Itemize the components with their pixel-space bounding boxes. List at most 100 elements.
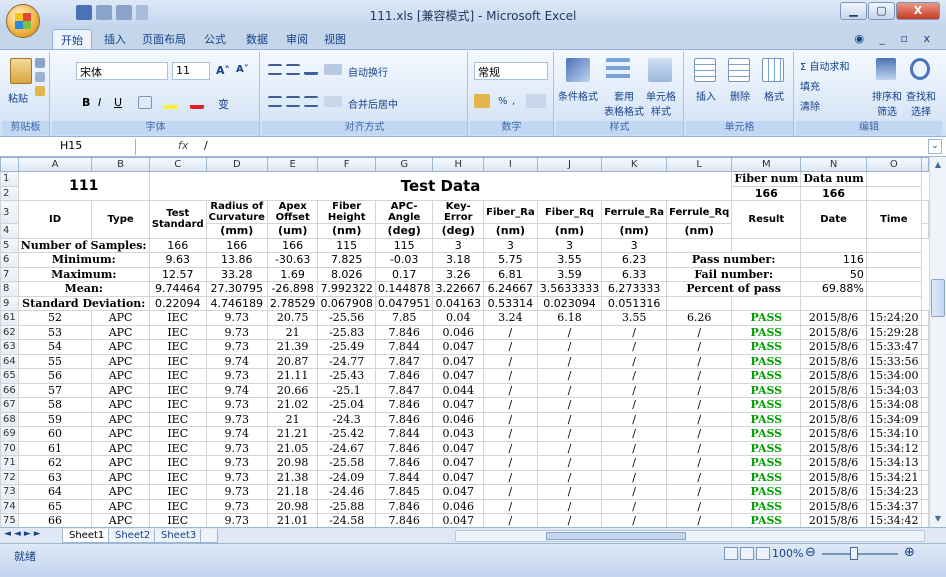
merge-center-button[interactable]: 合并后居中 — [348, 96, 398, 111]
unit-label[interactable]: (deg) — [374, 223, 434, 239]
stat-value[interactable]: 7.992322 — [317, 281, 376, 297]
tab-formulas[interactable]: 公式 — [204, 31, 226, 47]
row-header[interactable]: 61 — [0, 310, 19, 326]
summary-value[interactable]: 50 — [800, 266, 867, 282]
data-cell[interactable]: -24.3 — [317, 411, 376, 427]
column-title[interactable]: Test Standard — [148, 200, 207, 239]
data-cell[interactable]: / — [483, 469, 538, 485]
align-middle-icon[interactable] — [286, 64, 300, 75]
data-cell[interactable]: / — [601, 411, 668, 427]
column-header[interactable]: N — [800, 157, 867, 172]
data-cell[interactable]: / — [601, 498, 668, 514]
column-header[interactable]: K — [601, 157, 668, 172]
data-cell[interactable]: 2015/8/6 — [800, 484, 867, 500]
data-cell[interactable]: / — [483, 484, 538, 500]
data-cell[interactable]: 9.73 — [205, 455, 268, 471]
data-cell[interactable]: 15:34:09 — [865, 411, 922, 427]
column-title[interactable]: Radius of Curvature — [205, 200, 268, 224]
row-header[interactable]: 66 — [0, 382, 19, 398]
column-header[interactable]: C — [148, 157, 207, 172]
select-all-corner[interactable] — [0, 157, 19, 172]
data-cell[interactable]: 7.847 — [374, 382, 434, 398]
empty-cell[interactable] — [865, 281, 922, 297]
stat-value[interactable]: 166 — [205, 237, 268, 253]
align-center-icon[interactable] — [286, 96, 300, 107]
format-painter-icon[interactable] — [35, 86, 45, 96]
empty-cell[interactable] — [920, 200, 929, 224]
empty-cell[interactable] — [666, 295, 733, 311]
data-cell[interactable]: 0.046 — [432, 411, 485, 427]
result-pass-badge[interactable]: PASS — [731, 382, 802, 398]
font-color-icon[interactable] — [190, 96, 204, 109]
tab-view[interactable]: 视图 — [324, 31, 346, 47]
data-cell[interactable]: / — [666, 426, 733, 442]
format-cells-icon[interactable] — [762, 58, 784, 82]
autosum-button[interactable]: Σ 自动求和 — [800, 58, 850, 73]
data-cell[interactable]: -24.58 — [317, 513, 376, 527]
fill-button[interactable]: 填充 — [800, 78, 820, 93]
empty-cell[interactable] — [920, 353, 929, 369]
result-pass-badge[interactable]: PASS — [731, 324, 802, 340]
column-title[interactable]: ID — [17, 200, 93, 239]
empty-cell[interactable] — [731, 237, 802, 253]
align-top-icon[interactable] — [268, 64, 282, 75]
data-cell[interactable]: 0.04 — [432, 310, 485, 326]
data-cell[interactable]: IEC — [148, 310, 207, 326]
data-cell[interactable]: 3.55 — [601, 310, 668, 326]
zoom-level[interactable]: 100% — [772, 547, 803, 560]
data-cell[interactable]: / — [601, 440, 668, 456]
row-header[interactable]: 6 — [0, 252, 19, 268]
data-cell[interactable]: 15:34:21 — [865, 469, 922, 485]
data-cell[interactable]: 7.846 — [374, 455, 434, 471]
data-cell[interactable]: IEC — [148, 426, 207, 442]
number-format-combo[interactable]: 常规 — [474, 62, 548, 80]
tab-home[interactable]: 开始 — [52, 29, 92, 49]
result-pass-badge[interactable]: PASS — [731, 368, 802, 384]
zoom-slider[interactable] — [822, 553, 898, 555]
data-cell[interactable]: -25.88 — [317, 498, 376, 514]
data-cell[interactable]: 21 — [266, 411, 319, 427]
data-cell[interactable]: / — [536, 368, 603, 384]
data-cell[interactable]: 15:33:47 — [865, 339, 922, 355]
data-cell[interactable]: 0.044 — [432, 382, 485, 398]
zoom-out-icon[interactable]: ⊖ — [805, 545, 816, 560]
data-cell[interactable]: -25.56 — [317, 310, 376, 326]
stat-value[interactable]: 4.746189 — [205, 295, 268, 311]
data-cell[interactable]: 21.38 — [266, 469, 319, 485]
data-cell[interactable]: / — [666, 498, 733, 514]
empty-cell[interactable] — [920, 513, 929, 527]
find-select-button[interactable]: 查找和 选择 — [906, 88, 936, 118]
sheet-tab-sheet3[interactable]: Sheet3 — [154, 529, 204, 543]
data-cell[interactable]: / — [483, 353, 538, 369]
stat-value[interactable]: 12.57 — [148, 266, 207, 282]
orientation-icon[interactable] — [324, 64, 342, 75]
empty-cell[interactable] — [920, 411, 929, 427]
data-cell[interactable]: -25.04 — [317, 397, 376, 413]
table-format-icon[interactable] — [606, 58, 630, 82]
italic-button[interactable]: I — [98, 96, 101, 109]
data-cell[interactable]: APC — [91, 339, 150, 355]
name-box[interactable]: H15 — [16, 139, 136, 155]
data-cell[interactable]: 15:33:56 — [865, 353, 922, 369]
align-bottom-icon[interactable] — [304, 64, 318, 75]
font-size-combo[interactable]: 11 — [172, 62, 210, 80]
stat-value[interactable]: 0.067908 — [317, 295, 376, 311]
stat-label[interactable]: Number of Samples: — [17, 237, 150, 253]
data-cell[interactable]: 9.73 — [205, 310, 268, 326]
data-cell[interactable]: IEC — [148, 440, 207, 456]
data-cell[interactable]: 2015/8/6 — [800, 455, 867, 471]
row-header[interactable]: 72 — [0, 469, 19, 485]
row-header[interactable]: 62 — [0, 324, 19, 340]
stat-value[interactable]: -0.03 — [374, 252, 434, 268]
row-header[interactable]: 65 — [0, 368, 19, 384]
row-header[interactable]: 5 — [0, 237, 19, 253]
horizontal-scrollbar[interactable] — [455, 530, 925, 542]
data-cell[interactable]: / — [601, 382, 668, 398]
data-cell[interactable]: / — [666, 484, 733, 500]
data-cell[interactable]: / — [536, 469, 603, 485]
data-cell[interactable]: -25.42 — [317, 426, 376, 442]
data-cell[interactable]: 7.846 — [374, 324, 434, 340]
font-name-combo[interactable]: 宋体 — [76, 62, 168, 80]
row-header[interactable]: 75 — [0, 513, 19, 527]
stat-value[interactable]: 8.026 — [317, 266, 376, 282]
